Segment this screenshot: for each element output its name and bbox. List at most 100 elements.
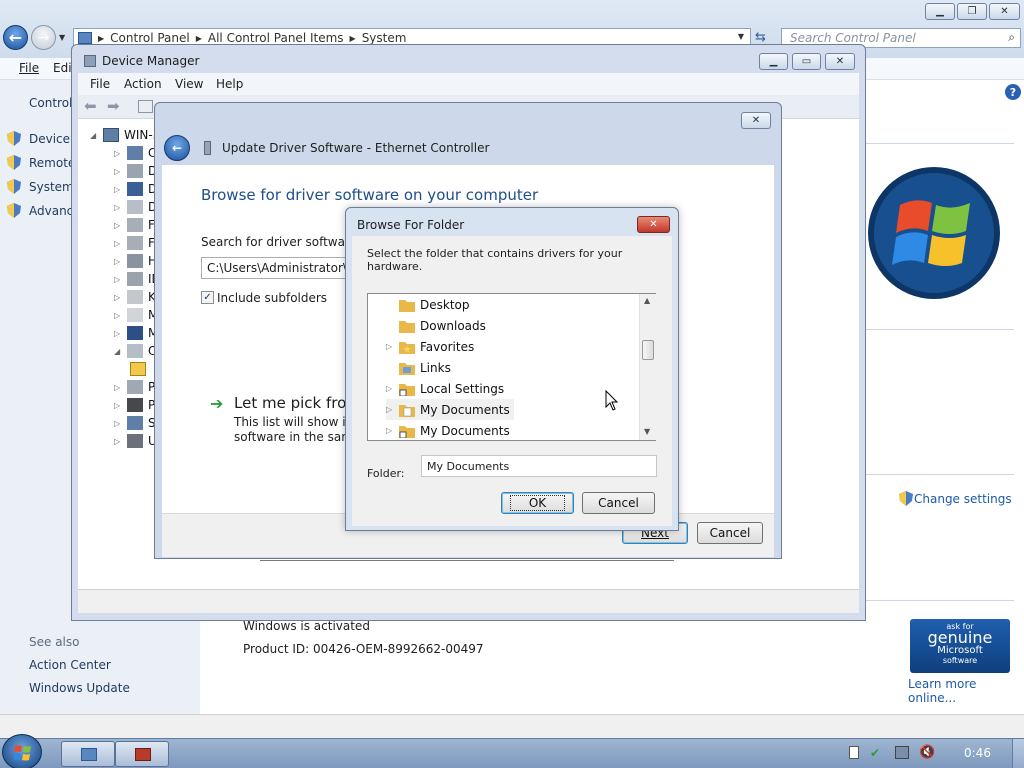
shield-icon bbox=[7, 203, 21, 218]
link-windows-update[interactable]: Windows Update bbox=[29, 681, 130, 695]
menu-help[interactable]: Help bbox=[216, 77, 243, 91]
help-icon[interactable]: ? bbox=[1005, 84, 1021, 100]
breadcrumb-all-items[interactable]: All Control Panel Items bbox=[208, 31, 344, 45]
cancel-button[interactable]: Cancel bbox=[697, 522, 763, 544]
tree-item[interactable]: ▷Fl bbox=[114, 236, 158, 250]
maximize-button[interactable]: ▭ bbox=[792, 53, 821, 70]
cancel-button[interactable]: Cancel bbox=[582, 492, 655, 514]
folder-icon bbox=[399, 362, 415, 375]
shortcut-folder-icon bbox=[399, 383, 415, 396]
control-panel-icon bbox=[81, 748, 97, 761]
taskbar-control-panel[interactable] bbox=[61, 741, 115, 767]
refresh-icon[interactable]: ⇆ bbox=[755, 30, 766, 45]
scroll-down-icon[interactable]: ▼ bbox=[644, 427, 650, 436]
processor-icon bbox=[127, 398, 143, 412]
activation-status: Windows is activated bbox=[243, 619, 370, 633]
menu-edit[interactable]: Edi bbox=[53, 61, 72, 75]
forward-arrow-icon[interactable]: ➡ bbox=[107, 97, 120, 115]
minimize-button[interactable]: ▁ bbox=[759, 53, 788, 70]
network-icon[interactable] bbox=[895, 746, 909, 759]
shield-icon bbox=[7, 179, 21, 194]
product-id: Product ID: 00426-OEM-8992662-00497 bbox=[243, 642, 484, 656]
browse-instruction: Select the folder that contains drivers … bbox=[367, 247, 623, 273]
folder-item-selected[interactable]: ▷ My Documents bbox=[386, 399, 514, 420]
address-dropdown-icon[interactable]: ▼ bbox=[738, 32, 744, 41]
history-dropdown-icon[interactable]: ▼ bbox=[59, 33, 65, 42]
genuine-microsoft-badge[interactable]: ask for genuine Microsoft software bbox=[910, 619, 1010, 673]
sidebar-control-panel-home[interactable]: Control bbox=[29, 96, 72, 110]
pick-description-line2: software in the same bbox=[234, 430, 361, 444]
folder-label: Folder: bbox=[367, 467, 405, 480]
folder-item[interactable]: Downloads bbox=[386, 315, 486, 336]
back-button[interactable]: ← bbox=[3, 25, 28, 50]
device-manager-icon bbox=[135, 748, 151, 761]
folder-item[interactable]: Links bbox=[386, 357, 451, 378]
tree-item[interactable]: ▷M bbox=[114, 326, 158, 340]
menu-file[interactable]: File bbox=[90, 77, 110, 91]
tree-item[interactable]: ▷M bbox=[114, 308, 158, 322]
menu-file[interactable]: File bbox=[19, 61, 39, 75]
monitor-icon bbox=[127, 326, 143, 340]
clock[interactable]: 0:46 bbox=[964, 746, 991, 760]
folder-item[interactable]: Desktop bbox=[386, 294, 470, 315]
action-center-flag-icon[interactable] bbox=[849, 746, 859, 759]
menu-view[interactable]: View bbox=[175, 77, 203, 91]
show-desktop-button[interactable] bbox=[1012, 739, 1024, 768]
menu-action[interactable]: Action bbox=[124, 77, 162, 91]
sidebar-item-remote[interactable]: Remote bbox=[29, 156, 75, 170]
driver-path-input[interactable]: C:\Users\Administrator\Do bbox=[201, 257, 347, 279]
system-devices-icon bbox=[127, 416, 143, 430]
scroll-thumb[interactable] bbox=[642, 340, 654, 360]
device-manager-title: Device Manager bbox=[102, 54, 200, 68]
folder-tree[interactable]: Desktop Downloads ▷ Favorites Links ▷ Loca… bbox=[367, 293, 656, 441]
start-button[interactable] bbox=[2, 734, 42, 768]
change-settings-link[interactable]: Change settings bbox=[914, 492, 1012, 506]
maximize-button[interactable]: ❐ bbox=[957, 3, 987, 20]
hid-icon bbox=[127, 254, 143, 268]
tree-item[interactable]: ▷Fl bbox=[114, 218, 158, 232]
properties-icon[interactable] bbox=[138, 100, 153, 113]
disk-drive-icon bbox=[127, 164, 143, 178]
breadcrumb-control-panel[interactable]: Control Panel bbox=[110, 31, 190, 45]
close-button[interactable]: ✕ bbox=[989, 3, 1020, 20]
breadcrumb-system[interactable]: System bbox=[362, 31, 407, 45]
tree-item-ethernet-controller[interactable] bbox=[130, 362, 151, 376]
tree-root[interactable]: ◢ WIN-5 bbox=[90, 128, 160, 142]
device-manager-icon bbox=[84, 55, 96, 67]
close-button[interactable]: ✕ bbox=[741, 112, 771, 129]
display-adapter-icon bbox=[127, 182, 143, 196]
folder-item[interactable]: ▷ Favorites bbox=[386, 336, 474, 357]
back-arrow-icon: ← bbox=[171, 141, 183, 155]
scroll-up-icon[interactable]: ▲ bbox=[644, 296, 650, 305]
forward-button[interactable]: → bbox=[31, 25, 56, 50]
close-button[interactable]: ✕ bbox=[637, 216, 670, 233]
safely-remove-icon[interactable]: ✔ bbox=[870, 746, 884, 760]
page-heading: Browse for driver software on your compu… bbox=[201, 186, 539, 204]
divider bbox=[866, 329, 1014, 330]
taskbar-device-manager[interactable] bbox=[115, 741, 169, 767]
ethernet-device-icon bbox=[204, 141, 211, 155]
sidebar-item-advanced[interactable]: Advanc bbox=[29, 204, 73, 218]
folder-item[interactable]: ▷ Local Settings bbox=[386, 378, 504, 399]
mouse-icon bbox=[127, 308, 143, 322]
volume-muted-icon[interactable]: 🔇 bbox=[919, 745, 935, 760]
folder-tree-scrollbar[interactable]: ▲ ▼ bbox=[639, 294, 656, 440]
folder-item[interactable]: ▷ My Documents bbox=[386, 420, 510, 441]
folder-name-input[interactable]: My Documents bbox=[421, 455, 657, 477]
learn-more-link[interactable]: Learn more online... bbox=[908, 677, 1024, 705]
back-arrow-icon[interactable]: ⬅ bbox=[84, 97, 97, 115]
close-button[interactable]: ✕ bbox=[825, 53, 855, 70]
sidebar-item-system-protection[interactable]: System bbox=[29, 180, 74, 194]
minimize-button[interactable]: ▁ bbox=[925, 3, 955, 20]
mouse-cursor-icon bbox=[605, 390, 618, 411]
ok-button[interactable]: OK bbox=[501, 492, 574, 514]
pick-from-list-link[interactable]: Let me pick from bbox=[234, 394, 361, 412]
dvd-drive-icon bbox=[127, 200, 143, 214]
computer-icon bbox=[103, 128, 119, 142]
windows-logo-icon bbox=[14, 745, 31, 761]
ide-controller-icon bbox=[127, 272, 143, 286]
link-action-center[interactable]: Action Center bbox=[29, 658, 111, 672]
include-subfolders-checkbox[interactable]: ✓ bbox=[201, 291, 214, 304]
documents-folder-icon bbox=[399, 404, 415, 417]
back-button[interactable]: ← bbox=[164, 135, 190, 161]
